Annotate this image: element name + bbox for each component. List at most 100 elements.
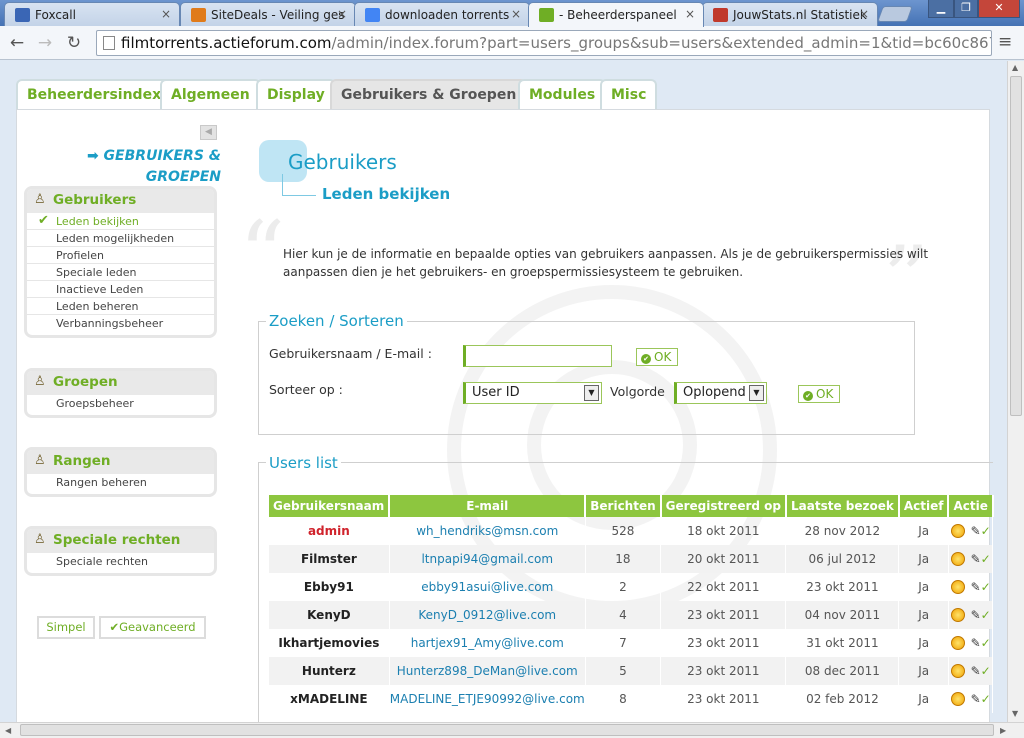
- back-arrow-icon[interactable]: ←: [6, 32, 28, 54]
- browser-tab-active[interactable]: - Beheerderspaneel ×: [528, 2, 704, 27]
- tab-close-icon[interactable]: ×: [859, 7, 869, 21]
- tab-algemeen[interactable]: Algemeen: [160, 79, 261, 110]
- user-settings-icon[interactable]: [950, 636, 965, 651]
- username-search-input[interactable]: [463, 345, 612, 367]
- email-link[interactable]: ltnpapi94@gmail.com: [389, 545, 586, 573]
- collapse-sidebar-icon[interactable]: ◀: [200, 125, 217, 140]
- sidebar-item-speciale-leden[interactable]: Speciale leden: [27, 264, 214, 281]
- scroll-up-arrow-icon[interactable]: ▲: [1012, 63, 1018, 72]
- browser-tab[interactable]: SiteDeals - Veiling ges ×: [180, 2, 356, 26]
- tab-close-icon[interactable]: ×: [161, 7, 171, 21]
- search-ok-button[interactable]: ✔ OK: [636, 348, 678, 366]
- email-link[interactable]: ebby91asui@live.com: [389, 573, 586, 601]
- address-bar[interactable]: filmtorrents.actieforum.com/admin/index.…: [96, 30, 992, 56]
- edit-user-icon[interactable]: ✎✓: [971, 608, 991, 622]
- action-cell: ✎✓: [948, 629, 994, 657]
- vertical-scroll-thumb[interactable]: [1010, 76, 1022, 416]
- email-link[interactable]: wh_hendriks@msn.com: [389, 517, 586, 545]
- user-settings-icon[interactable]: [950, 524, 965, 539]
- menu-wrench-icon[interactable]: ≡: [998, 32, 1012, 52]
- registered-cell: 23 okt 2011: [660, 629, 787, 657]
- user-settings-icon[interactable]: [950, 580, 965, 595]
- advanced-mode-button[interactable]: ✔Geavanceerd: [99, 616, 206, 639]
- posts-cell: 7: [585, 629, 662, 657]
- tab-close-icon[interactable]: ×: [337, 7, 347, 21]
- sort-label: Sorteer op :: [269, 382, 343, 397]
- email-link[interactable]: KenyD_0912@live.com: [389, 601, 586, 629]
- user-settings-icon[interactable]: [950, 552, 965, 567]
- edit-user-icon[interactable]: ✎✓: [971, 692, 991, 706]
- tab-modules[interactable]: Modules: [518, 79, 607, 110]
- sort-by-select[interactable]: User ID ▼: [463, 382, 602, 404]
- column-header[interactable]: Laatste bezoek: [785, 495, 900, 517]
- username-link[interactable]: Ebby91: [269, 573, 390, 601]
- order-select[interactable]: Oplopend ▼: [674, 382, 767, 404]
- scroll-right-arrow-icon[interactable]: ▶: [1000, 726, 1006, 735]
- registered-cell: 23 okt 2011: [660, 685, 787, 713]
- username-link[interactable]: KenyD: [269, 601, 390, 629]
- users-list-legend: Users list: [266, 454, 341, 472]
- scroll-down-arrow-icon[interactable]: ▼: [1012, 709, 1018, 718]
- sidebar-item-label: Inactieve Leden: [56, 283, 144, 296]
- edit-user-icon[interactable]: ✎✓: [971, 580, 991, 594]
- username-link[interactable]: Ikhartjemovies: [269, 629, 390, 657]
- sidebar-item-speciale-rechten[interactable]: Speciale rechten: [27, 553, 214, 570]
- vertical-scrollbar[interactable]: ▲ ▼: [1007, 61, 1024, 723]
- edit-user-icon[interactable]: ✎✓: [971, 636, 991, 650]
- browser-tab[interactable]: downloaden torrents ×: [354, 2, 530, 26]
- user-settings-icon[interactable]: [950, 692, 965, 707]
- edit-user-icon[interactable]: ✎✓: [971, 552, 991, 566]
- tab-gebruikers-groepen[interactable]: Gebruikers & Groepen: [330, 79, 528, 110]
- column-header[interactable]: Berichten: [585, 495, 662, 517]
- sort-ok-button[interactable]: ✔ OK: [798, 385, 840, 403]
- page-icon: [103, 36, 115, 50]
- tab-close-icon[interactable]: ×: [511, 7, 521, 21]
- email-link[interactable]: hartjex91_Amy@live.com: [389, 629, 586, 657]
- user-settings-icon[interactable]: [950, 664, 965, 679]
- browser-tab[interactable]: JouwStats.nl Statistiek ×: [702, 2, 878, 26]
- column-header[interactable]: Actief: [898, 495, 950, 517]
- browser-tab-title: SiteDeals - Veiling ges: [211, 8, 345, 22]
- column-header[interactable]: E-mail: [389, 495, 587, 517]
- browser-tab-title: JouwStats.nl Statistiek: [733, 8, 867, 22]
- tab-misc[interactable]: Misc: [600, 79, 658, 110]
- username-link[interactable]: xMADELINE: [269, 685, 390, 713]
- user-settings-icon[interactable]: [950, 608, 965, 623]
- maximize-button[interactable]: ❐: [954, 0, 978, 18]
- sidebar-item-verbanningsbeheer[interactable]: Verbanningsbeheer: [27, 315, 214, 332]
- scroll-left-arrow-icon[interactable]: ◀: [5, 726, 11, 735]
- username-link[interactable]: admin: [269, 517, 390, 545]
- sidebar-item-leden-bekijken[interactable]: ✔ Leden bekijken: [27, 213, 214, 230]
- ok-check-icon: ✔: [803, 391, 813, 401]
- reload-icon[interactable]: ↻: [63, 32, 85, 54]
- admin-content-panel: ◀ ➡ GEBRUIKERS & GROEPEN ♙ Gebruikers ✔ Le…: [16, 109, 994, 723]
- column-header[interactable]: Geregistreerd op: [660, 495, 787, 517]
- column-header[interactable]: Gebruikersnaam: [269, 495, 391, 517]
- edit-user-icon[interactable]: ✎✓: [971, 524, 991, 538]
- simple-mode-button[interactable]: Simpel: [37, 616, 95, 639]
- close-window-button[interactable]: ✕: [978, 0, 1020, 18]
- url-path: /admin/index.forum?part=users_groups&sub…: [331, 34, 992, 52]
- horizontal-scroll-thumb[interactable]: [20, 724, 994, 736]
- horizontal-scrollbar[interactable]: ◀ ▶: [0, 722, 1024, 738]
- username-link[interactable]: Hunterz: [269, 657, 390, 685]
- forward-arrow-icon[interactable]: →: [34, 32, 56, 54]
- sidebar-item-leden-beheren[interactable]: Leden beheren: [27, 298, 214, 315]
- tab-beheerdersindex[interactable]: Beheerdersindex: [16, 79, 173, 110]
- minimize-button[interactable]: ▁: [928, 0, 954, 18]
- edit-user-icon[interactable]: ✎✓: [971, 664, 991, 678]
- sidebar-item-groepsbeheer[interactable]: Groepsbeheer: [27, 395, 214, 412]
- email-link[interactable]: MADELINE_ETJE90992@live.com: [389, 685, 586, 713]
- sidebar-item-leden-mogelijkheden[interactable]: Leden mogelijkheden: [27, 230, 214, 247]
- browser-tab-title: Foxcall: [35, 8, 76, 22]
- tab-close-icon[interactable]: ×: [685, 7, 695, 21]
- tab-display[interactable]: Display: [256, 79, 336, 110]
- browser-tab[interactable]: Foxcall ×: [4, 2, 180, 26]
- browser-toolbar: ← → ↻ filmtorrents.actieforum.com/admin/…: [0, 26, 1024, 60]
- sidebar-item-rangen-beheren[interactable]: Rangen beheren: [27, 474, 214, 491]
- email-link[interactable]: Hunterz898_DeMan@live.com: [389, 657, 586, 685]
- sidebar-item-profielen[interactable]: Profielen: [27, 247, 214, 264]
- username-link[interactable]: Filmster: [269, 545, 390, 573]
- sidebar-item-inactieve-leden[interactable]: Inactieve Leden: [27, 281, 214, 298]
- new-tab-button[interactable]: [877, 6, 913, 22]
